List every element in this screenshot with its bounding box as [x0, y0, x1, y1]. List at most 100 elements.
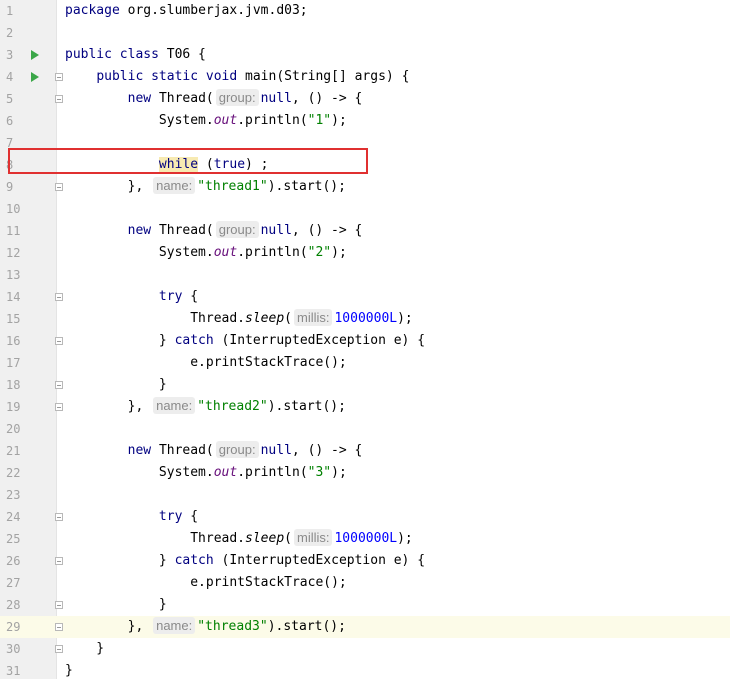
- fold-marker-icon[interactable]: [55, 183, 63, 191]
- fold-marker-icon[interactable]: [55, 557, 63, 565]
- code-token: out: [213, 465, 238, 480]
- code-line[interactable]: 17 e.printStackTrace();: [0, 352, 730, 374]
- code-token: );: [331, 245, 347, 260]
- code-line[interactable]: 25 Thread.sleep(millis: 1000000L);: [0, 528, 730, 550]
- code-token: Thread(: [158, 223, 214, 238]
- code-token: out: [213, 245, 238, 260]
- code-token: {: [190, 509, 199, 524]
- code-text: System.out.println("2");: [65, 242, 347, 264]
- code-text: new Thread(group: null, () -> {: [65, 440, 362, 462]
- fold-marker-icon[interactable]: [55, 513, 63, 521]
- code-line[interactable]: 10: [0, 198, 730, 220]
- code-token: e.printStackTrace();: [65, 355, 347, 370]
- code-token: null: [260, 443, 292, 458]
- code-line[interactable]: 15 Thread.sleep(millis: 1000000L);: [0, 308, 730, 330]
- code-line[interactable]: 16 } catch (InterruptedException e) {: [0, 330, 730, 352]
- code-line[interactable]: 18 }: [0, 374, 730, 396]
- code-line[interactable]: 20: [0, 418, 730, 440]
- code-line[interactable]: 4 public static void main(String[] args)…: [0, 66, 730, 88]
- code-text: e.printStackTrace();: [65, 352, 347, 374]
- code-line[interactable]: 19 }, name: "thread2").start();: [0, 396, 730, 418]
- fold-marker-icon[interactable]: [55, 293, 63, 301]
- code-token: (: [284, 531, 292, 546]
- code-line[interactable]: 30 }: [0, 638, 730, 660]
- code-token: , () -> {: [291, 91, 363, 106]
- code-token: out: [213, 113, 238, 128]
- code-line[interactable]: 11 new Thread(group: null, () -> {: [0, 220, 730, 242]
- code-token: new: [127, 91, 159, 106]
- code-line[interactable]: 26 } catch (InterruptedException e) {: [0, 550, 730, 572]
- code-line[interactable]: 23: [0, 484, 730, 506]
- code-line[interactable]: 24 try {: [0, 506, 730, 528]
- code-token: );: [397, 311, 413, 326]
- code-token: null: [260, 91, 292, 106]
- fold-marker-icon[interactable]: [55, 623, 63, 631]
- code-line[interactable]: 5 new Thread(group: null, () -> {: [0, 88, 730, 110]
- line-number: 1: [6, 4, 14, 18]
- code-text: System.out.println("3");: [65, 462, 347, 484]
- code-token: {: [190, 289, 199, 304]
- parameter-hint: group:: [215, 441, 259, 458]
- code-token: catch: [174, 553, 222, 568]
- line-number: 6: [6, 114, 14, 128]
- code-token: "thread3": [197, 619, 268, 634]
- code-token: org.slumberjax.jvm.d03;: [127, 3, 308, 18]
- fold-marker-icon[interactable]: [55, 601, 63, 609]
- code-line[interactable]: 3 public class T06 {: [0, 44, 730, 66]
- code-token: catch: [174, 333, 222, 348]
- code-token: T06 {: [166, 47, 206, 62]
- line-number: 26: [6, 554, 21, 568]
- code-line[interactable]: 6 System.out.println("1");: [0, 110, 730, 132]
- code-token: sleep: [245, 311, 285, 326]
- code-token: public static void: [96, 69, 246, 84]
- fold-marker-icon[interactable]: [55, 403, 63, 411]
- code-line[interactable]: 14 try {: [0, 286, 730, 308]
- code-line[interactable]: 13: [0, 264, 730, 286]
- code-token: try: [158, 509, 191, 524]
- code-token: "thread1": [197, 179, 268, 194]
- run-gutter-icon[interactable]: [31, 50, 39, 60]
- code-token: }: [65, 333, 175, 348]
- code-line[interactable]: 21 new Thread(group: null, () -> {: [0, 440, 730, 462]
- fold-marker-icon[interactable]: [55, 337, 63, 345]
- code-text: }, name: "thread2").start();: [65, 396, 346, 418]
- code-line[interactable]: 27 e.printStackTrace();: [0, 572, 730, 594]
- fold-marker-icon[interactable]: [55, 381, 63, 389]
- code-text: package org.slumberjax.jvm.d03;: [65, 0, 308, 22]
- code-token: new: [127, 223, 159, 238]
- run-gutter-icon[interactable]: [31, 72, 39, 82]
- code-text: }: [65, 638, 104, 660]
- code-text: }: [65, 374, 167, 396]
- code-line[interactable]: 2: [0, 22, 730, 44]
- code-line[interactable]: 22 System.out.println("3");: [0, 462, 730, 484]
- code-token: "3": [307, 465, 332, 480]
- line-number: 3: [6, 48, 14, 62]
- fold-marker-icon[interactable]: [55, 645, 63, 653]
- code-token: (InterruptedException e) {: [221, 333, 426, 348]
- fold-marker-icon[interactable]: [55, 95, 63, 103]
- code-text: try {: [65, 506, 198, 528]
- parameter-hint: group:: [215, 89, 259, 106]
- code-token: }: [65, 597, 167, 612]
- code-text: try {: [65, 286, 198, 308]
- code-editor[interactable]: 1 package org.slumberjax.jvm.d03; 2 3 public…: [0, 0, 730, 679]
- code-token: 1000000L: [334, 311, 398, 326]
- line-number: 17: [6, 356, 21, 370]
- code-line[interactable]: 28 }: [0, 594, 730, 616]
- code-text: Thread.sleep(millis: 1000000L);: [65, 528, 413, 550]
- code-token: "1": [307, 113, 332, 128]
- code-line[interactable]: 12 System.out.println("2");: [0, 242, 730, 264]
- code-line[interactable]: 29 }, name: "thread3").start();: [0, 616, 730, 638]
- code-token: public class: [65, 47, 167, 62]
- code-line[interactable]: 9 }, name: "thread1").start();: [0, 176, 730, 198]
- code-token: },: [65, 399, 152, 414]
- parameter-hint: name:: [153, 177, 196, 194]
- code-text: }, name: "thread1").start();: [65, 176, 346, 198]
- code-token: ).start();: [267, 399, 346, 414]
- code-token: e.printStackTrace();: [65, 575, 347, 590]
- line-number: 12: [6, 246, 21, 260]
- fold-marker-icon[interactable]: [55, 73, 63, 81]
- code-token: }: [65, 377, 167, 392]
- code-line[interactable]: 1 package org.slumberjax.jvm.d03;: [0, 0, 730, 22]
